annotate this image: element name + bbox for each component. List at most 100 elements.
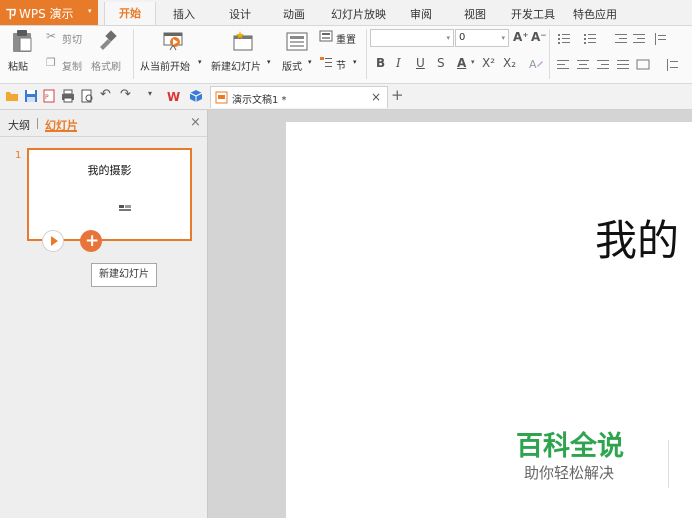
- alignment-icons[interactable]: [556, 58, 692, 72]
- format-painter-label: 格式刷: [91, 62, 121, 73]
- new-slide-button[interactable]: 新建幻灯片 ▾: [211, 28, 275, 78]
- chevron-down-icon: ▾: [471, 58, 475, 66]
- editing-canvas: 我的 百科全说 助你轻松解决: [208, 110, 692, 518]
- reset-button[interactable]: 重置: [319, 29, 361, 46]
- bold-button[interactable]: B: [376, 56, 385, 70]
- font-size-dropdown[interactable]: 0 ▾: [455, 29, 509, 47]
- cut-label: 剪切: [62, 35, 82, 46]
- brush-icon: [100, 30, 117, 50]
- watermark-brand: 百科全说: [516, 431, 624, 462]
- open-folder-icon[interactable]: [5, 89, 19, 103]
- chevron-down-icon: ▾: [446, 34, 450, 42]
- undo-icon[interactable]: ↶: [100, 87, 114, 102]
- separator: [549, 29, 550, 79]
- separator: [37, 118, 38, 129]
- chevron-down-icon: ▾: [198, 58, 202, 66]
- tab-special[interactable]: 特色应用: [573, 6, 617, 22]
- svg-text:P: P: [45, 94, 49, 101]
- layout-icon: [286, 32, 308, 51]
- document-tab[interactable]: 演示文稿1 * ×: [210, 86, 388, 108]
- slides-pane: 大纲 幻灯片 × 1 我的摄影 + 新建幻灯片: [0, 110, 208, 518]
- new-tab-button[interactable]: +: [391, 86, 404, 104]
- wps-w-icon[interactable]: W: [167, 89, 181, 103]
- tab-insert[interactable]: 插入: [173, 6, 195, 22]
- chevron-down-icon: ▾: [501, 34, 505, 42]
- slide-thumbnail[interactable]: 我的摄影: [27, 148, 192, 241]
- ribbon-toolbar: 粘贴 ✂ 剪切 ❐ 复制 格式刷 从当前开始 ▾ 新建幻灯片 ▾ 版式 ▾ 重置…: [0, 26, 692, 84]
- copy-button[interactable]: ❐ 复制: [46, 56, 90, 73]
- paste-button[interactable]: 粘贴: [5, 28, 39, 78]
- active-tab-underline: [45, 130, 77, 132]
- scissors-icon: ✂: [46, 29, 57, 43]
- cut-button[interactable]: ✂ 剪切: [46, 29, 90, 46]
- grow-font-button[interactable]: A⁺: [513, 30, 529, 44]
- new-slide-label: 新建幻灯片: [211, 62, 261, 73]
- layout-label: 版式: [282, 62, 302, 73]
- tab-developer[interactable]: 开发工具: [511, 6, 555, 22]
- font-size-value: 0: [459, 32, 466, 43]
- svg-text:A: A: [529, 58, 537, 71]
- divider: [668, 440, 669, 488]
- tab-animation[interactable]: 动画: [283, 6, 305, 22]
- app-menu-button[interactable]: ㄗ WPS 演示 ▾: [0, 0, 98, 25]
- copy-icon: ❐: [46, 56, 56, 69]
- play-icon: [51, 236, 58, 246]
- from-current-button[interactable]: 从当前开始 ▾: [140, 28, 206, 78]
- slideshow-play-icon: [163, 32, 183, 51]
- redo-icon[interactable]: ↷: [120, 87, 134, 102]
- tab-home[interactable]: 开始: [104, 2, 156, 25]
- tab-design[interactable]: 设计: [229, 6, 251, 22]
- separator: [133, 29, 134, 79]
- section-button[interactable]: 节 ▾: [319, 55, 361, 72]
- quick-access-toolbar: P ↶ ↷ ▾ W 演示文稿1 * × +: [0, 84, 692, 110]
- section-icon: [320, 57, 332, 67]
- underline-button[interactable]: U: [416, 56, 425, 70]
- tab-view[interactable]: 视图: [464, 6, 486, 22]
- subscript-button[interactable]: X₂: [503, 56, 516, 70]
- svg-text:W: W: [167, 90, 180, 103]
- print-preview-icon[interactable]: [80, 89, 94, 103]
- font-color-button[interactable]: A: [457, 56, 466, 70]
- presentation-file-icon: [215, 91, 228, 104]
- slide-title-text[interactable]: 我的: [595, 207, 679, 268]
- copy-label: 复制: [62, 62, 82, 73]
- chevron-down-icon: ▾: [353, 58, 357, 66]
- format-painter-button[interactable]: 格式刷: [91, 28, 125, 78]
- export-pdf-icon[interactable]: P: [42, 89, 56, 103]
- close-icon[interactable]: ×: [190, 115, 201, 130]
- watermark-tagline: 助你轻松解决: [524, 464, 615, 482]
- tab-review[interactable]: 审阅: [410, 6, 432, 22]
- chevron-down-icon: ▾: [88, 7, 92, 15]
- layout-button[interactable]: 版式 ▾: [281, 28, 315, 78]
- slide-canvas[interactable]: 我的 百科全说 助你轻松解决: [286, 122, 692, 518]
- tab-outline[interactable]: 大纲: [8, 117, 30, 133]
- shrink-font-button[interactable]: A⁻: [531, 30, 547, 44]
- chevron-down-icon: ▾: [308, 58, 312, 66]
- paragraph-list-icons[interactable]: [556, 32, 692, 46]
- divider: [0, 136, 207, 137]
- font-name-dropdown[interactable]: ▾: [370, 29, 454, 47]
- section-label: 节: [336, 61, 346, 72]
- strikethrough-button[interactable]: S: [437, 56, 445, 70]
- italic-button[interactable]: I: [396, 56, 401, 70]
- cloud-cube-icon[interactable]: [189, 89, 203, 103]
- tab-slideshow[interactable]: 幻灯片放映: [331, 6, 386, 22]
- separator: [366, 29, 367, 79]
- add-slide-button[interactable]: +: [80, 230, 102, 252]
- clipboard-icon: [13, 30, 32, 52]
- print-icon[interactable]: [61, 89, 75, 103]
- subtitle-placeholder-icon: [119, 205, 131, 211]
- paste-label: 粘贴: [8, 62, 28, 73]
- reset-label: 重置: [336, 35, 356, 46]
- clear-format-icon[interactable]: A: [528, 56, 544, 72]
- close-icon[interactable]: ×: [371, 90, 381, 104]
- save-icon[interactable]: [24, 89, 38, 103]
- reset-icon: [319, 30, 333, 42]
- superscript-button[interactable]: X²: [482, 56, 495, 70]
- slide-number: 1: [15, 150, 22, 161]
- chevron-down-icon: ▾: [267, 58, 271, 66]
- customize-chevron-icon[interactable]: ▾: [148, 89, 162, 103]
- menu-bar: ㄗ WPS 演示 ▾ 开始 插入 设计 动画 幻灯片放映 审阅 视图 开发工具 …: [0, 0, 692, 26]
- plus-icon: +: [85, 231, 100, 251]
- play-slide-button[interactable]: [42, 230, 64, 252]
